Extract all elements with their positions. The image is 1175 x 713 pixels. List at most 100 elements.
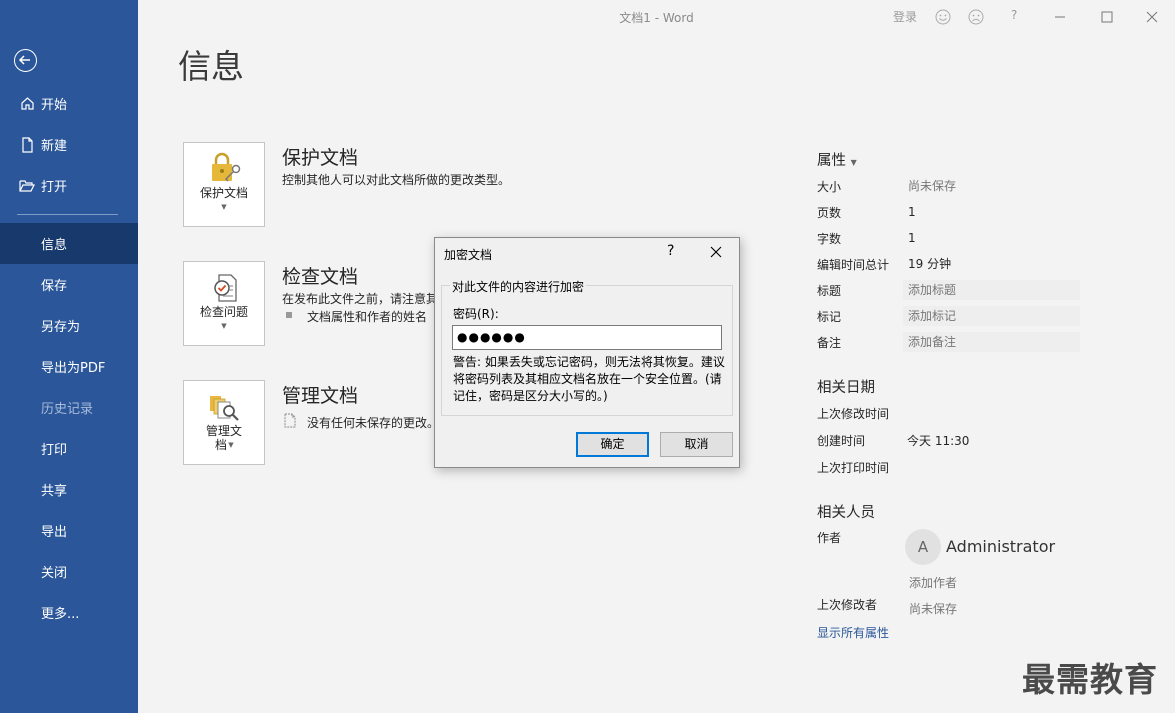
sidebar-item-label: 新建: [41, 139, 68, 154]
avatar[interactable]: A: [905, 529, 941, 565]
sign-in-link[interactable]: 登录: [893, 8, 917, 25]
protect-document-desc: 控制其他人可以对此文档所做的更改类型。: [282, 173, 511, 187]
prop-value-pages: 1: [908, 205, 916, 219]
sidebar-item-save-as[interactable]: 另存为: [0, 305, 138, 346]
help-button[interactable]: ?: [1011, 8, 1017, 22]
sidebar-item-label: 导出: [41, 525, 68, 540]
sidebar-item-label: 打印: [41, 443, 68, 458]
protect-document-button[interactable]: 保护文档 ▼: [183, 142, 265, 227]
backstage-sidebar: 开始 新建 打开 信息 保存 另存为 导出为PDF 历史记录 打印 共享 导出 …: [0, 0, 138, 713]
protect-document-title: 保护文档: [282, 147, 359, 169]
maximize-icon[interactable]: [1101, 11, 1113, 23]
related-people-heading: 相关人员: [817, 505, 875, 521]
created-label: 创建时间: [817, 434, 866, 448]
sidebar-item-new[interactable]: 新建: [0, 124, 138, 165]
last-modified-by-label: 上次修改者: [817, 598, 878, 612]
prop-label-edit-time: 编辑时间总计: [817, 258, 890, 272]
sidebar-item-save[interactable]: 保存: [0, 264, 138, 305]
show-all-properties-link[interactable]: 显示所有属性: [817, 624, 889, 641]
minimize-icon[interactable]: [1054, 11, 1066, 23]
sidebar-item-label: 共享: [41, 484, 68, 499]
dialog-help-button[interactable]: ?: [667, 243, 674, 259]
last-printed-label: 上次打印时间: [817, 461, 890, 475]
prop-label-title: 标题: [817, 284, 842, 298]
title-bar: 文档1 - Word 登录 ?: [138, 0, 1175, 34]
chevron-down-icon: ▼: [221, 322, 227, 330]
password-warning: 警告: 如果丢失或忘记密码，则无法将其恢复。建议将密码列表及其相应文档名放在一个…: [453, 355, 725, 403]
protect-document-label: 保护文档: [199, 186, 248, 200]
prop-label-size: 大小: [817, 180, 842, 194]
back-arrow-icon: [18, 55, 30, 65]
sidebar-item-label: 打开: [41, 180, 68, 195]
check-issues-button[interactable]: 检查问题 ▼: [183, 261, 265, 346]
prop-value-edit-time: 19 分钟: [908, 257, 952, 271]
sidebar-item-history: 历史记录: [0, 387, 138, 428]
sidebar-item-label: 历史记录: [41, 402, 94, 417]
author-name[interactable]: Administrator: [946, 537, 1055, 556]
cancel-button[interactable]: 取消: [660, 432, 733, 457]
manage-document-desc: 没有任何未保存的更改。: [307, 416, 440, 430]
encrypt-group-legend: 对此文件的内容进行加密: [450, 278, 587, 295]
chevron-down-icon: ▼: [228, 441, 234, 449]
last-modified-label: 上次修改时间: [817, 407, 890, 421]
new-document-icon: [16, 136, 38, 153]
manage-document-button[interactable]: 管理文 档 ▼: [183, 380, 265, 465]
frown-feedback-icon[interactable]: [968, 9, 984, 25]
prop-value-size: 尚未保存: [908, 179, 957, 193]
bullet-icon: [286, 312, 292, 318]
sidebar-item-close[interactable]: 关闭: [0, 551, 138, 592]
sidebar-item-print[interactable]: 打印: [0, 428, 138, 469]
manage-versions-icon: [210, 396, 239, 421]
properties-heading-label: 属性: [817, 153, 846, 169]
sidebar-item-home[interactable]: 开始: [0, 83, 138, 124]
prop-input-title[interactable]: 添加标题: [903, 280, 1080, 300]
add-author-link[interactable]: 添加作者: [909, 574, 957, 591]
password-label: 密码(R):: [453, 307, 499, 321]
chevron-down-icon: ▼: [221, 203, 227, 211]
dialog-title: 加密文档: [444, 248, 493, 262]
sidebar-item-open[interactable]: 打开: [0, 165, 138, 206]
sidebar-item-export-pdf[interactable]: 导出为PDF: [0, 346, 138, 387]
prop-label-comments: 备注: [817, 336, 842, 350]
last-modified-by-value: 尚未保存: [909, 602, 958, 616]
window-title: 文档1 - Word: [619, 11, 694, 25]
sidebar-item-label: 保存: [41, 279, 68, 294]
related-dates-heading: 相关日期: [817, 380, 875, 396]
dialog-close-icon[interactable]: [710, 246, 722, 258]
prop-input-comments[interactable]: 添加备注: [903, 332, 1080, 352]
prop-value-words: 1: [908, 231, 916, 245]
inspect-document-icon: [214, 274, 237, 302]
chevron-down-icon: ▼: [850, 158, 857, 167]
sidebar-item-label: 开始: [41, 98, 68, 113]
encrypt-document-dialog: 加密文档 ? 对此文件的内容进行加密 密码(R): ●●●●●● 警告: 如果丢…: [434, 237, 740, 468]
created-value: 今天 11:30: [907, 434, 970, 448]
sidebar-item-export[interactable]: 导出: [0, 510, 138, 551]
unsaved-document-icon: [284, 413, 296, 428]
inspect-document-bullet: 文档属性和作者的姓名: [307, 310, 428, 324]
home-icon: [16, 96, 38, 111]
sidebar-item-label: 关闭: [41, 566, 68, 581]
manage-document-title: 管理文档: [282, 385, 359, 407]
prop-label-words: 字数: [817, 232, 842, 246]
sidebar-item-label: 更多...: [41, 607, 80, 622]
ok-button[interactable]: 确定: [576, 432, 649, 457]
sidebar-item-more[interactable]: 更多...: [0, 592, 138, 633]
prop-label-tags: 标记: [817, 310, 842, 324]
sidebar-item-label: 信息: [41, 238, 68, 253]
close-icon[interactable]: [1146, 11, 1158, 23]
properties-heading[interactable]: 属性 ▼: [817, 149, 857, 170]
sidebar-item-info[interactable]: 信息: [0, 223, 138, 264]
sidebar-item-label: 另存为: [41, 320, 81, 335]
inspect-document-title: 检查文档: [282, 266, 359, 288]
back-button[interactable]: [14, 49, 37, 72]
open-folder-icon: [16, 179, 38, 193]
page-title: 信息: [178, 47, 244, 86]
manage-document-label: 管理文: [205, 424, 242, 438]
smile-feedback-icon[interactable]: [935, 9, 951, 25]
prop-input-tags[interactable]: 添加标记: [903, 306, 1080, 326]
password-input[interactable]: ●●●●●●: [452, 325, 722, 350]
sidebar-item-share[interactable]: 共享: [0, 469, 138, 510]
sidebar-divider: [17, 214, 118, 215]
sidebar-item-label: 导出为PDF: [41, 361, 106, 376]
inspect-document-desc: 在发布此文件之前，请注意其: [282, 292, 439, 306]
